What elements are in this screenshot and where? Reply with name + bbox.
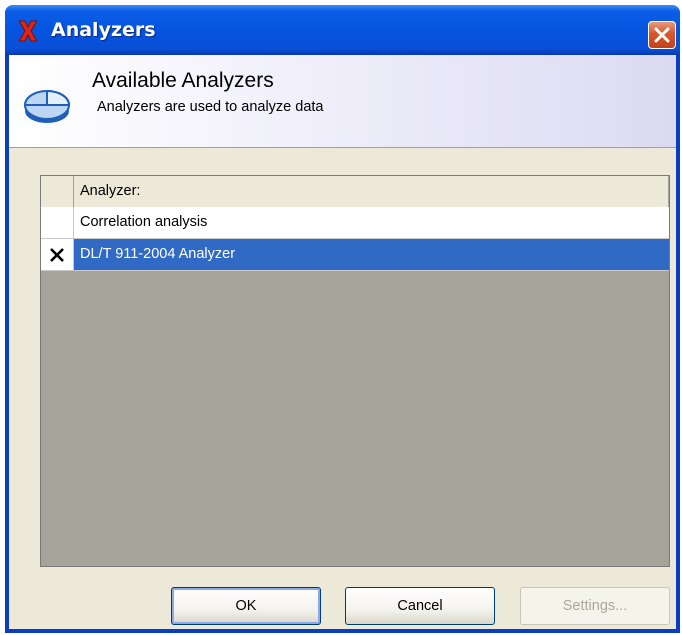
- row-checkbox[interactable]: [41, 207, 74, 238]
- dialog-body: Available Analyzers Analyzers are used t…: [9, 55, 676, 629]
- header-title: Available Analyzers: [92, 69, 274, 92]
- pie-chart-icon: [24, 89, 71, 123]
- settings-button[interactable]: Settings...: [520, 587, 670, 625]
- cancel-button[interactable]: Cancel: [345, 587, 495, 625]
- row-checkbox[interactable]: [41, 239, 74, 270]
- red-x-icon: [18, 20, 38, 42]
- analyzer-grid[interactable]: Analyzer: Correlation analysis DL/T 911-…: [40, 175, 670, 567]
- column-divider: [668, 176, 669, 207]
- ok-button[interactable]: OK: [171, 587, 321, 625]
- dialog-header: Available Analyzers Analyzers are used t…: [9, 55, 676, 148]
- table-row[interactable]: DL/T 911-2004 Analyzer: [41, 239, 669, 271]
- close-button[interactable]: [648, 21, 676, 49]
- column-header-analyzer[interactable]: Analyzer:: [80, 176, 140, 207]
- table-row[interactable]: Correlation analysis: [41, 207, 669, 239]
- close-icon: [654, 27, 670, 43]
- header-subtitle: Analyzers are used to analyze data: [97, 99, 324, 115]
- row-label[interactable]: DL/T 911-2004 Analyzer: [74, 239, 669, 270]
- title-bar[interactable]: Analyzers: [5, 5, 680, 55]
- grid-header: Analyzer:: [41, 176, 669, 208]
- window-title: Analyzers: [51, 19, 156, 41]
- checkmark-x-icon: [50, 248, 64, 262]
- grid-header-corner: [41, 176, 74, 207]
- row-label[interactable]: Correlation analysis: [74, 207, 669, 238]
- analyzers-window: Analyzers Available Analyzers Analyzers …: [5, 5, 680, 633]
